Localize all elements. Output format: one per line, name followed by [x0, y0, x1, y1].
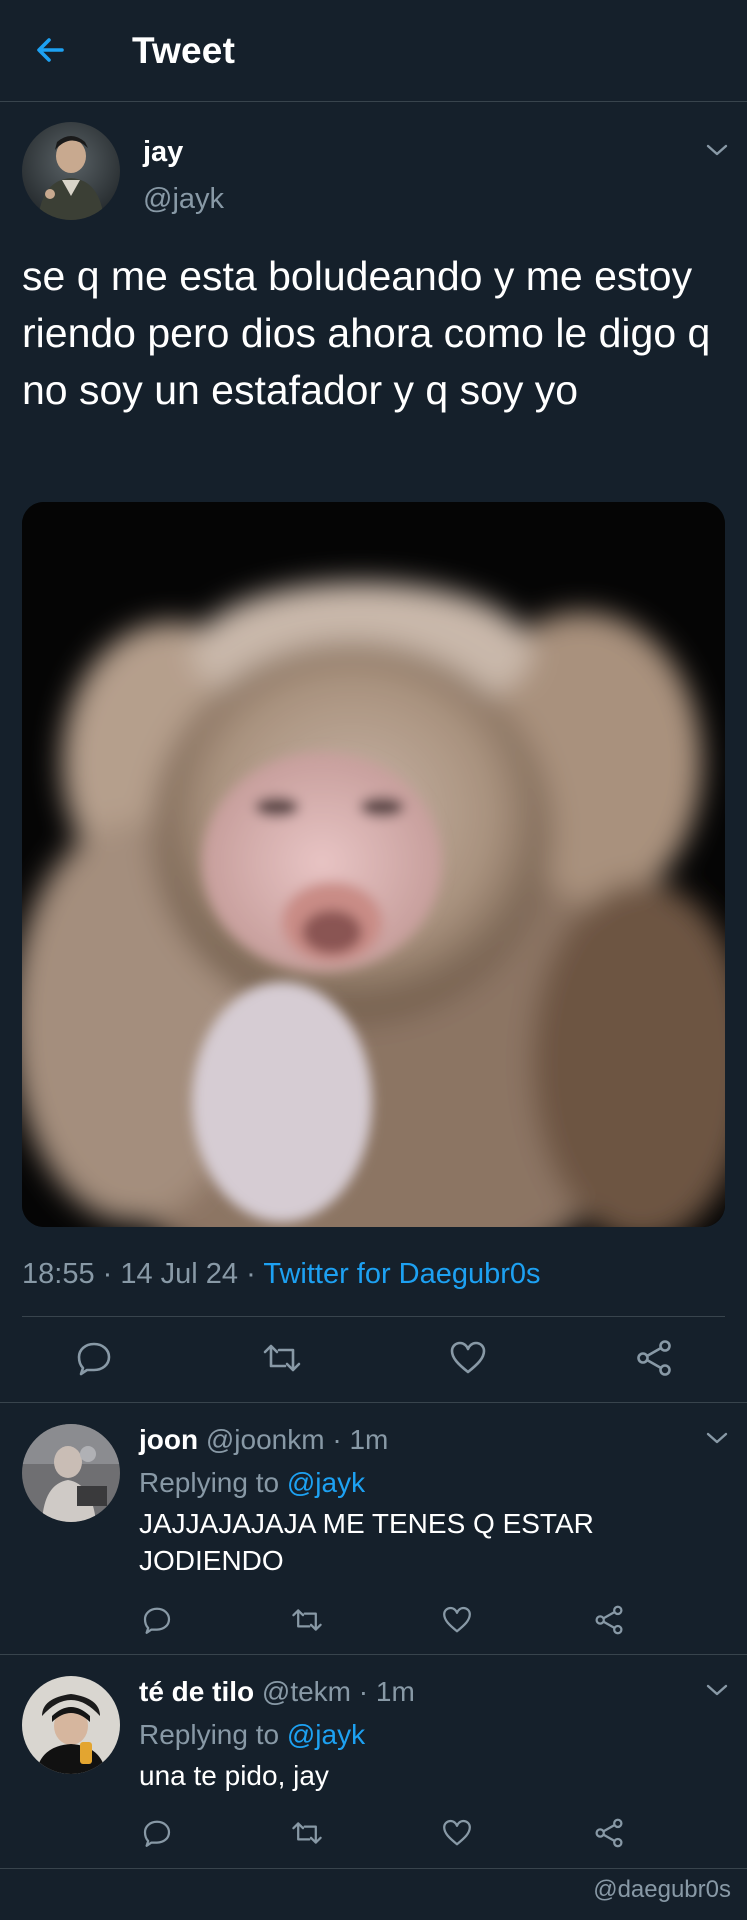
tweet-text: se q me esta boludeando y me estoy riend…	[22, 253, 711, 413]
reply-author-name[interactable]: joon	[139, 1424, 198, 1455]
back-arrow-icon[interactable]	[30, 30, 70, 70]
divider	[22, 1316, 725, 1317]
reply-icon[interactable]	[74, 1338, 114, 1378]
top-bar: Tweet	[0, 0, 747, 102]
chevron-down-icon[interactable]	[704, 1430, 730, 1446]
author-name[interactable]: jay	[143, 136, 183, 169]
reply-author-name[interactable]: té de tilo	[139, 1676, 254, 1707]
replying-mention-link[interactable]: @jayk	[287, 1719, 365, 1750]
tweet-meta: 18:55 · 14 Jul 24 · Twitter for Daegubr0…	[22, 1258, 541, 1291]
reply-header: joon @joonkm · 1m	[139, 1424, 388, 1456]
watermark: @daegubr0s	[593, 1876, 731, 1903]
tweet-source-link[interactable]: Twitter for Daegubr0s	[263, 1258, 540, 1290]
reply-author-handle[interactable]: @joonkm	[206, 1424, 325, 1455]
reply-dot: ·	[332, 1424, 350, 1455]
tweet-image[interactable]	[22, 502, 725, 1227]
reply-avatar[interactable]	[22, 1676, 120, 1774]
reply-icon[interactable]	[141, 1604, 173, 1636]
reply-author-handle[interactable]: @tekm	[262, 1676, 351, 1707]
divider	[0, 1868, 747, 1869]
share-icon[interactable]	[593, 1604, 625, 1636]
replying-to: Replying to @jayk	[139, 1467, 365, 1499]
divider	[0, 1654, 747, 1655]
author-handle[interactable]: @jayk	[143, 183, 224, 216]
share-icon[interactable]	[593, 1817, 625, 1849]
meta-separator: ·	[102, 1258, 121, 1290]
reply-text: JAJJAJAJAJA ME TENES Q ESTAR JODIENDO	[139, 1508, 594, 1576]
like-icon[interactable]	[448, 1338, 488, 1378]
reply-time: 1m	[349, 1424, 389, 1455]
like-icon[interactable]	[441, 1817, 473, 1849]
meta-separator: ·	[246, 1258, 264, 1290]
reply-icon[interactable]	[141, 1817, 173, 1849]
divider	[0, 1402, 747, 1403]
replying-label: Replying to	[139, 1467, 280, 1498]
replying-label: Replying to	[139, 1719, 280, 1750]
retweet-icon[interactable]	[291, 1604, 323, 1636]
like-icon[interactable]	[441, 1604, 473, 1636]
reply-header: té de tilo @tekm · 1m	[139, 1676, 415, 1708]
page-title: Tweet	[132, 30, 236, 71]
retweet-icon[interactable]	[291, 1817, 323, 1849]
reply-time: 1m	[375, 1676, 415, 1707]
share-icon[interactable]	[634, 1338, 674, 1378]
chevron-down-icon[interactable]	[704, 1682, 730, 1698]
chevron-down-icon[interactable]	[704, 142, 730, 158]
reply-text: una te pido, jay	[139, 1760, 329, 1791]
replying-to: Replying to @jayk	[139, 1719, 365, 1751]
retweet-icon[interactable]	[262, 1338, 302, 1378]
replying-mention-link[interactable]: @jayk	[287, 1467, 365, 1498]
tweet-time: 18:55	[22, 1258, 95, 1290]
reply-avatar[interactable]	[22, 1424, 120, 1522]
reply-dot: ·	[358, 1676, 376, 1707]
author-avatar[interactable]	[22, 122, 120, 220]
tweet-date: 14 Jul 24	[120, 1258, 239, 1290]
